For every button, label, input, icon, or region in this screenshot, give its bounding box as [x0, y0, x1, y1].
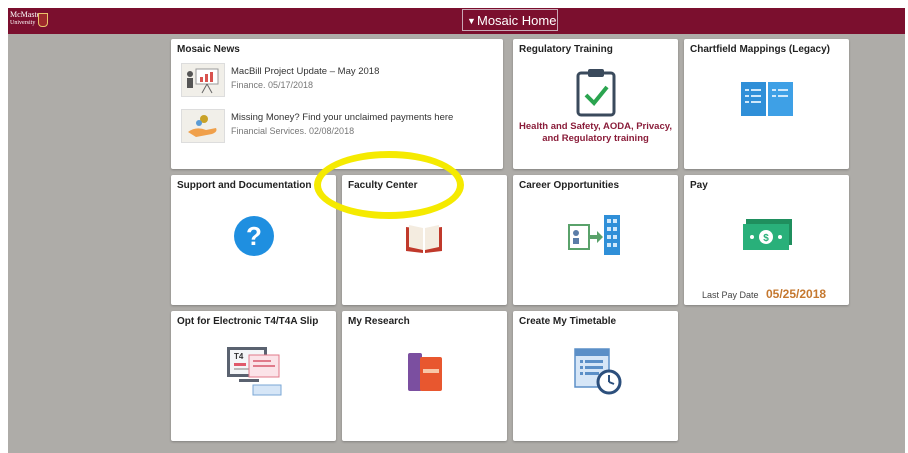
tile-title: Faculty Center: [348, 180, 418, 191]
news-item-missing-money[interactable]: Missing Money? Find your unclaimed payme…: [181, 109, 481, 145]
tile-title: Mosaic News: [177, 44, 240, 55]
hand-coins-icon: [181, 109, 225, 143]
news-title: Missing Money? Find your unclaimed payme…: [231, 112, 454, 123]
tile-title: Support and Documentation: [177, 180, 312, 191]
crest-icon: [38, 13, 48, 27]
tile-t4-slip[interactable]: Opt for Electronic T4/T4A Slip T4: [171, 311, 336, 441]
clipboard-check-icon: [576, 67, 616, 122]
news-title: MacBill Project Update – May 2018: [231, 66, 380, 77]
open-book-icon: [740, 81, 794, 122]
presentation-chart-icon: [181, 63, 225, 97]
computer-slip-icon: T4: [225, 345, 285, 404]
tile-my-research[interactable]: My Research: [342, 311, 507, 441]
tile-title: Pay: [690, 180, 708, 191]
regulatory-text-line1: Health and Safety, AODA, Privacy,: [519, 121, 672, 132]
tile-chartfield-mappings[interactable]: Chartfield Mappings (Legacy): [684, 39, 849, 169]
question-circle-icon: ?: [233, 215, 275, 262]
svg-text:?: ?: [246, 221, 262, 251]
person-building-icon: [567, 213, 623, 262]
last-pay-label: Last Pay Date: [702, 290, 759, 300]
tile-pay[interactable]: Pay $ Last Pay Date 05/25/2018: [684, 175, 849, 305]
tile-title: Regulatory Training: [519, 44, 613, 55]
tile-title: Opt for Electronic T4/T4A Slip: [177, 316, 319, 327]
caret-down-icon: ▼: [467, 16, 476, 26]
books-icon: [406, 349, 446, 398]
svg-text:$: $: [763, 233, 769, 244]
top-header: McMaster University ▼ Mosaic Home: [8, 8, 905, 34]
mcmaster-logo[interactable]: McMaster University: [10, 10, 50, 32]
tile-title: Career Opportunities: [519, 180, 620, 191]
money-bill-icon: $: [742, 219, 794, 256]
news-meta: Finance. 05/17/2018: [231, 80, 314, 90]
tile-faculty-center[interactable]: Faculty Center: [342, 175, 507, 305]
tile-title: Create My Timetable: [519, 316, 617, 327]
regulatory-text-line2: and Regulatory training: [542, 133, 649, 144]
t4-icon-text: T4: [234, 352, 244, 361]
tile-title: Chartfield Mappings (Legacy): [690, 44, 831, 55]
tile-title: My Research: [348, 316, 410, 327]
last-pay-date: 05/25/2018: [766, 287, 827, 301]
open-book-icon: [404, 221, 444, 260]
tile-mosaic-news[interactable]: Mosaic News MacBill Project Update – May…: [171, 39, 503, 169]
news-meta: Financial Services. 02/08/2018: [231, 126, 355, 136]
tile-regulatory-training[interactable]: Regulatory Training Health and Safety, A…: [513, 39, 678, 169]
tile-support-documentation[interactable]: Support and Documentation ?: [171, 175, 336, 305]
timetable-clock-icon: [573, 347, 623, 400]
tile-career-opportunities[interactable]: Career Opportunities: [513, 175, 678, 305]
news-item-macbill[interactable]: MacBill Project Update – May 2018 Financ…: [181, 63, 481, 99]
tile-create-timetable[interactable]: Create My Timetable: [513, 311, 678, 441]
mosaic-home-label: Mosaic Home: [477, 13, 557, 28]
mosaic-home-button[interactable]: ▼ Mosaic Home: [462, 9, 558, 31]
page-frame: McMaster University ▼ Mosaic Home Mosaic…: [8, 8, 905, 453]
regulatory-description: Health and Safety, AODA, Privacy, and Re…: [513, 121, 678, 145]
